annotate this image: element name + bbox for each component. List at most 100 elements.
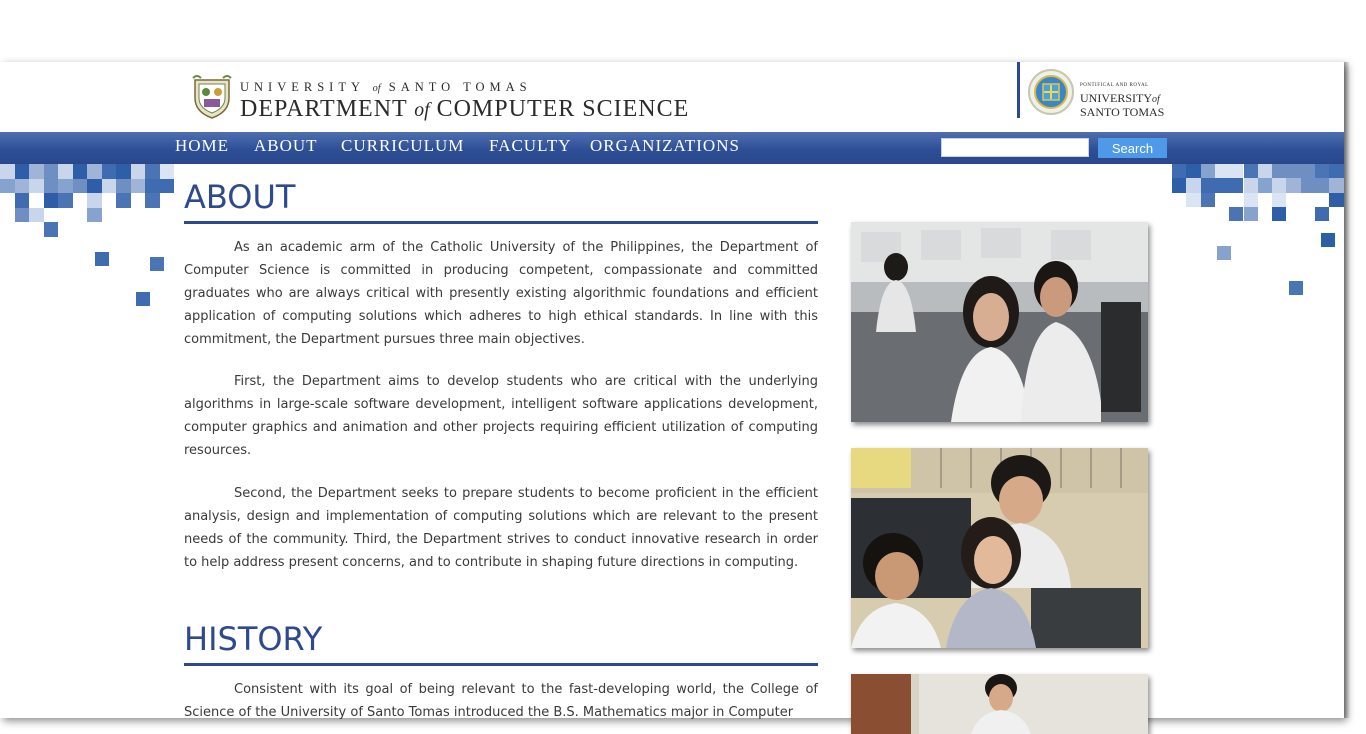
pixel-tile: [1229, 164, 1244, 179]
pixel-tile: [1272, 178, 1287, 193]
pixel-tile: [1200, 164, 1215, 179]
about-paragraph-3: Second, the Department seeks to prepare …: [184, 486, 818, 570]
pixel-tile: [87, 193, 102, 208]
pixel-tile: [29, 178, 44, 193]
students-photo-1: [851, 222, 1148, 422]
pixel-tile: [1315, 206, 1330, 222]
pixel-tile: [95, 252, 109, 266]
about-paragraph-2: First, the Department aims to develop st…: [184, 374, 818, 458]
pixel-tile: [58, 193, 73, 208]
pixel-tile: [1321, 233, 1335, 247]
pixel-tile: [101, 164, 116, 179]
pixel-tile: [1315, 178, 1330, 193]
nav-home[interactable]: HOME: [175, 136, 229, 156]
pixel-tile: [145, 193, 160, 208]
pixel-tile: [58, 178, 73, 193]
pixel-tile: [1257, 164, 1273, 179]
pixel-tile: [1214, 178, 1230, 193]
pixel-tile: [43, 164, 58, 179]
pixel-tile: [14, 193, 29, 208]
pixel-tile: [58, 164, 73, 179]
pixel-tile: [1300, 164, 1315, 179]
page-shadow: [1344, 62, 1350, 718]
pixel-tile: [1329, 192, 1344, 207]
pixel-tile: [101, 178, 116, 193]
pixel-tile: [14, 207, 29, 222]
nav-organizations[interactable]: ORGANIZATIONS: [590, 136, 740, 156]
pixel-tile: [1186, 178, 1201, 193]
site-brand[interactable]: UNIVERSITY of SANTO TOMAS DEPARTMENT of …: [240, 80, 689, 122]
about-rule: [184, 221, 818, 224]
pixel-tile: [1200, 192, 1215, 207]
pixel-tile: [1243, 192, 1258, 207]
pixel-tile: [1172, 164, 1187, 179]
pixel-tile: [145, 164, 160, 179]
pixel-tile: [1217, 246, 1231, 260]
pixel-tile: [1186, 192, 1201, 207]
about-heading: ABOUT: [184, 178, 296, 216]
pixel-tile: [1257, 178, 1273, 193]
nav-faculty[interactable]: FACULTY: [489, 136, 572, 156]
pixel-tile: [1243, 178, 1258, 193]
history-rule: [184, 663, 818, 666]
pixel-tile: [136, 292, 150, 306]
pixel-tile: [43, 222, 58, 237]
nav-about[interactable]: ABOUT: [254, 136, 318, 156]
nav-curriculum[interactable]: CURRICULUM: [341, 136, 464, 156]
search-button[interactable]: Search: [1098, 138, 1167, 158]
pixel-tile: [1315, 164, 1330, 179]
university-name: UNIVERSITY of SANTO TOMAS: [240, 80, 532, 94]
pixel-tile: [1172, 178, 1187, 193]
pixel-tile: [87, 164, 102, 179]
pixel-tile: [72, 178, 87, 193]
partner-line-2: SANTO TOMAS: [1080, 105, 1165, 119]
pixel-tile: [1186, 164, 1201, 179]
pixel-tile: [1200, 178, 1215, 193]
students-photo-2: [851, 448, 1148, 648]
pixel-tile: [1329, 164, 1344, 179]
pixel-tile: [14, 164, 29, 179]
pixel-tile: [1329, 178, 1344, 193]
pixel-tile: [1300, 178, 1315, 193]
search-input[interactable]: [941, 138, 1089, 157]
history-paragraph: Consistent with its goal of being releva…: [184, 682, 818, 720]
pixel-tile: [87, 207, 102, 222]
header-divider: [1017, 62, 1020, 118]
about-paragraph-1: As an academic arm of the Catholic Unive…: [184, 240, 818, 347]
pixel-tile: [1289, 281, 1303, 295]
pixel-tile: [116, 193, 131, 208]
pixel-tile: [14, 178, 29, 193]
pixel-tile: [43, 178, 58, 193]
pixel-tile: [1243, 206, 1258, 222]
ust-crest-icon[interactable]: [189, 74, 235, 120]
pixel-tile: [87, 178, 102, 193]
pixel-tile: [159, 164, 174, 179]
pixel-tile: [1243, 164, 1258, 179]
pixel-tile: [145, 178, 160, 193]
pixel-tile: [130, 178, 145, 193]
pixel-tile: [1272, 206, 1287, 222]
pixel-tile: [29, 164, 44, 179]
pixel-tile: [43, 193, 58, 208]
pixel-tile: [1286, 178, 1301, 193]
pixel-tile: [130, 164, 145, 179]
pixel-tile: [159, 178, 174, 193]
history-heading: HISTORY: [184, 620, 323, 658]
department-name: DEPARTMENT of COMPUTER SCIENCE: [240, 96, 690, 122]
partner-line-1: UNIVERSITYof: [1080, 91, 1160, 105]
pixel-tile: [1272, 192, 1287, 207]
pixel-tile: [1286, 164, 1301, 179]
ust-seal-icon[interactable]: [1027, 68, 1075, 116]
pixel-tile: [116, 178, 131, 193]
students-photo-3: [851, 674, 1148, 734]
pixel-tile: [1272, 164, 1287, 179]
pixel-tile: [0, 164, 15, 179]
partner-brand: PONTIFICAL AND ROYAL UNIVERSITYof SANTO …: [1080, 80, 1164, 118]
pixel-tile: [0, 178, 15, 193]
pixel-tile: [1229, 206, 1244, 222]
pixel-tile: [1214, 164, 1230, 179]
pixel-tile: [150, 257, 164, 271]
pixel-tile: [1229, 178, 1244, 193]
pixel-tile: [29, 207, 44, 222]
pixel-tile: [116, 164, 131, 179]
